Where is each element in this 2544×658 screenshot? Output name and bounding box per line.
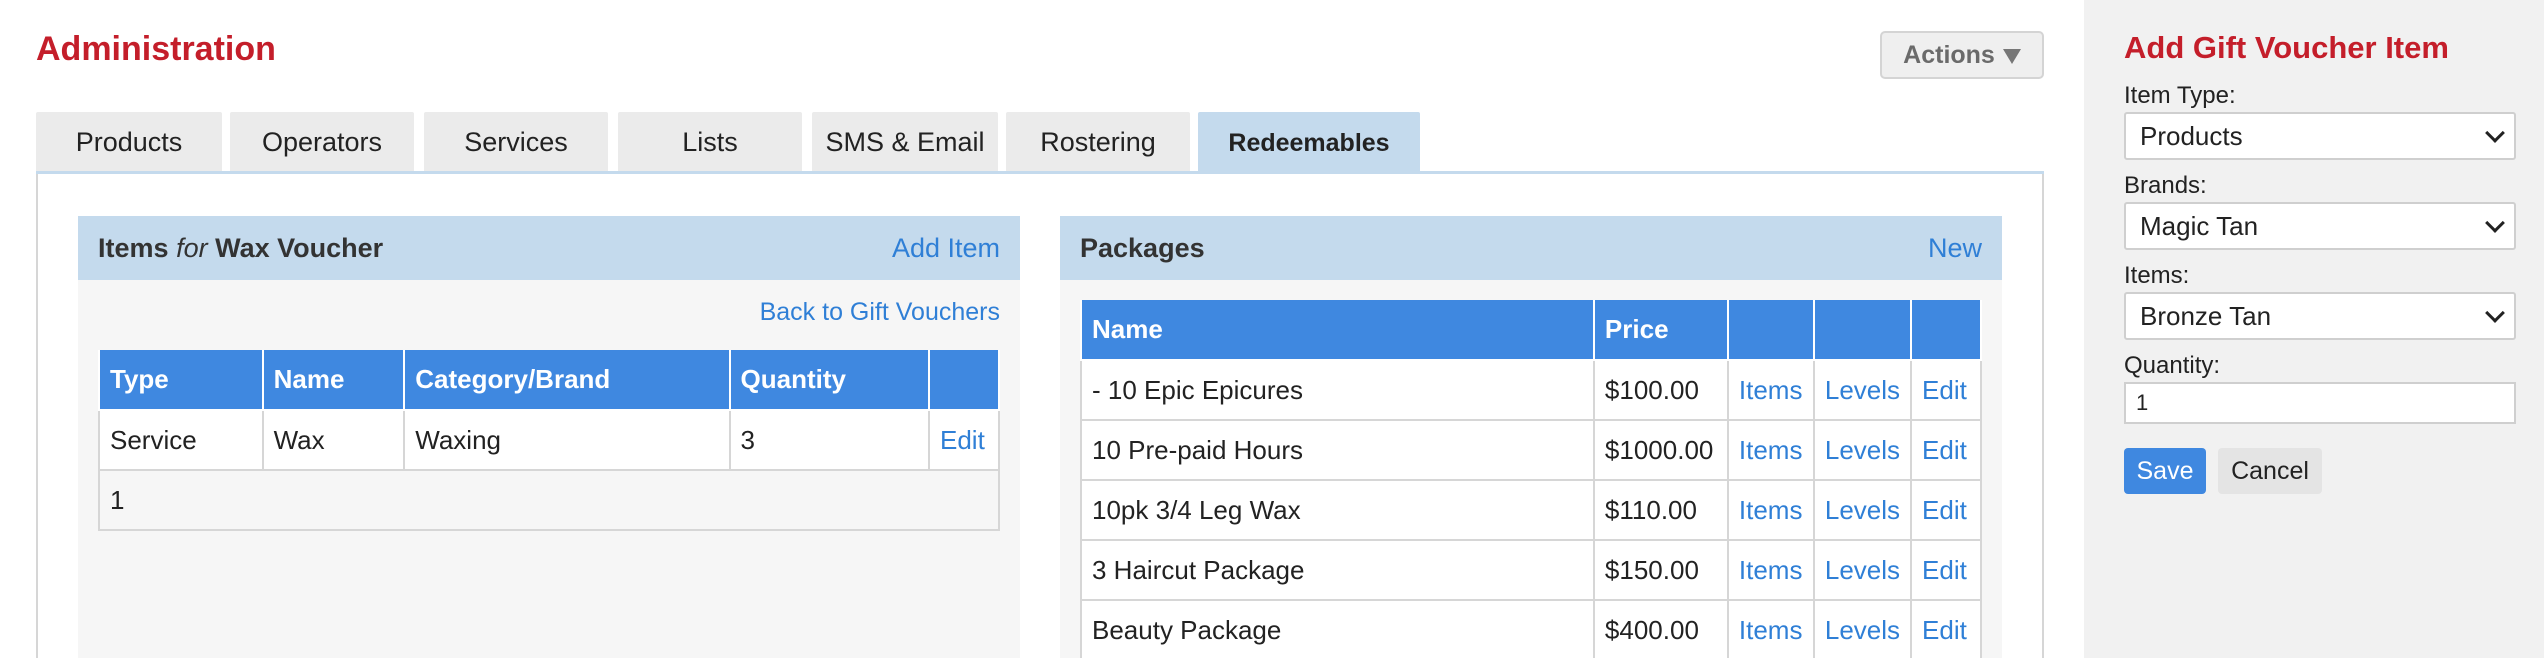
edit-link[interactable]: Edit [1910, 419, 1982, 481]
tab-redeemables[interactable]: Redeemables [1198, 112, 1420, 174]
brands-value: Magic Tan [2140, 210, 2259, 241]
edit-link[interactable]: Edit [1910, 539, 1982, 601]
chevron-down-icon [2485, 303, 2505, 323]
package-price: $100.00 [1592, 359, 1729, 421]
packages-panel-header: Packages New [1060, 216, 2002, 280]
column-header-name: Name [1080, 300, 1595, 361]
levels-link[interactable]: Levels [1812, 419, 1913, 481]
package-price: $150.00 [1592, 539, 1729, 601]
brands-label: Brands: [2124, 172, 2207, 199]
package-name: 10pk 3/4 Leg Wax [1080, 479, 1595, 541]
save-button[interactable]: Save [2124, 448, 2206, 494]
items-select[interactable]: Bronze Tan [2124, 292, 2516, 340]
items-panel: Items for Wax Voucher Add Item Back to G… [78, 216, 1020, 658]
actions-button[interactable]: Actions [1880, 31, 2044, 79]
levels-link[interactable]: Levels [1812, 539, 1913, 601]
package-name: - 10 Epic Epicures [1080, 359, 1595, 421]
column-header-action [927, 350, 1001, 411]
package-price: $1000.00 [1592, 419, 1729, 481]
items-panel-title: Items for Wax Voucher [98, 233, 383, 264]
column-header-quantity: Quantity [728, 350, 930, 411]
quantity-input[interactable]: 1 [2124, 382, 2516, 424]
tab-rostering[interactable]: Rostering [1006, 112, 1190, 172]
quantity-label: Quantity: [2124, 352, 2221, 379]
chevron-down-icon [2485, 123, 2505, 143]
actions-label: Actions [1903, 40, 1995, 69]
items-title-name: Wax Voucher [215, 232, 384, 263]
back-to-gift-vouchers-link[interactable]: Back to Gift Vouchers [760, 298, 1000, 327]
items-link[interactable]: Items [1726, 599, 1815, 658]
tab-products[interactable]: Products [36, 112, 222, 172]
add-item-link[interactable]: Add Item [892, 233, 1000, 264]
edit-link[interactable]: Edit [927, 409, 1001, 471]
table-row: 3 Haircut Package $150.00 Items Levels E… [1080, 539, 1982, 601]
items-table-header: Type Name Category/Brand Quantity [98, 350, 1001, 411]
items-value: Bronze Tan [2140, 300, 2272, 331]
items-table: Type Name Category/Brand Quantity Servic… [98, 350, 1001, 531]
table-row: Beauty Package $400.00 Items Levels Edit [1080, 599, 1982, 658]
levels-link[interactable]: Levels [1812, 479, 1913, 541]
sidebar-title: Add Gift Voucher Item [2124, 30, 2449, 65]
tab-operators[interactable]: Operators [230, 112, 414, 172]
column-header-category: Category/Brand [403, 350, 731, 411]
column-header-edit [1910, 300, 1982, 361]
item-type-value: Products [2140, 120, 2243, 151]
edit-link[interactable]: Edit [1910, 359, 1982, 421]
cell-name: Wax [261, 409, 406, 471]
table-row: 10pk 3/4 Leg Wax $110.00 Items Levels Ed… [1080, 479, 1982, 541]
packages-panel-title: Packages [1080, 232, 1205, 263]
items-title-for: for [176, 232, 208, 263]
table-row: 10 Pre-paid Hours $1000.00 Items Levels … [1080, 419, 1982, 481]
add-gift-voucher-item-sidebar: Add Gift Voucher Item Item Type: Product… [2084, 0, 2544, 658]
items-link[interactable]: Items [1726, 359, 1815, 421]
tab-services[interactable]: Services [424, 112, 608, 172]
cell-type: Service [98, 409, 264, 471]
table-row: - 10 Epic Epicures $100.00 Items Levels … [1080, 359, 1982, 421]
items-table-footer: 1 [98, 469, 1000, 531]
item-type-select[interactable]: Products [2124, 112, 2516, 160]
new-package-link[interactable]: New [1928, 233, 1982, 264]
column-header-items [1726, 300, 1815, 361]
column-header-price: Price [1592, 300, 1729, 361]
pagination-page[interactable]: 1 [98, 469, 1000, 531]
table-row: Service Wax Waxing 3 Edit [98, 409, 1001, 471]
items-link[interactable]: Items [1726, 419, 1815, 481]
items-link[interactable]: Items [1726, 479, 1815, 541]
package-name: 10 Pre-paid Hours [1080, 419, 1595, 481]
levels-link[interactable]: Levels [1812, 359, 1913, 421]
packages-table-header: Name Price [1080, 300, 1982, 361]
brands-select[interactable]: Magic Tan [2124, 202, 2516, 250]
items-title-prefix: Items [98, 232, 169, 263]
items-link[interactable]: Items [1726, 539, 1815, 601]
cell-category: Waxing [403, 409, 731, 471]
edit-link[interactable]: Edit [1910, 479, 1982, 541]
column-header-type: Type [98, 350, 264, 411]
column-header-levels [1812, 300, 1913, 361]
levels-link[interactable]: Levels [1812, 599, 1913, 658]
cancel-button[interactable]: Cancel [2218, 448, 2322, 494]
packages-table: Name Price - 10 Epic Epicures $100.00 It… [1080, 300, 1982, 658]
items-panel-header: Items for Wax Voucher Add Item [78, 216, 1020, 280]
package-name: Beauty Package [1080, 599, 1595, 658]
column-header-name: Name [261, 350, 406, 411]
items-label: Items: [2124, 262, 2190, 289]
package-price: $400.00 [1592, 599, 1729, 658]
chevron-down-icon [2485, 213, 2505, 233]
cell-quantity: 3 [728, 409, 930, 471]
packages-panel: Packages New Name Price - 10 Epic Epicur… [1060, 216, 2002, 658]
edit-link[interactable]: Edit [1910, 599, 1982, 658]
page-title: Administration [36, 30, 276, 68]
caret-down-icon [2002, 48, 2021, 64]
tab-sms-email[interactable]: SMS & Email [812, 112, 998, 172]
package-price: $110.00 [1592, 479, 1729, 541]
item-type-label: Item Type: [2124, 82, 2236, 109]
package-name: 3 Haircut Package [1080, 539, 1595, 601]
tab-lists[interactable]: Lists [618, 112, 802, 172]
